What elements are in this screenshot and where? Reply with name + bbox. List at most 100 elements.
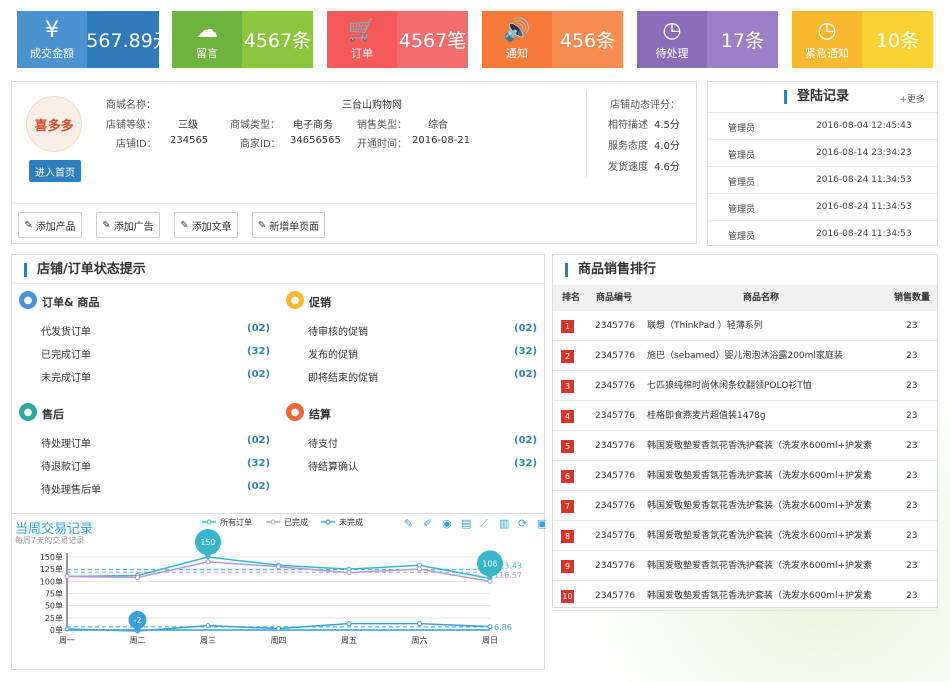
speaker-icon: 🔊 xyxy=(503,17,531,43)
shop-type-label: 商城类型： xyxy=(230,120,280,131)
status-item-label[interactable]: 待处理售后单 xyxy=(41,481,101,496)
bar-chart-icon[interactable]: ▥ xyxy=(499,517,509,530)
enter-homepage-button[interactable]: 进入首页 xyxy=(29,160,81,182)
stat-tile[interactable]: ¥ 成交金额 4567.89元 xyxy=(17,11,159,68)
stat-tile[interactable]: ◷ 紧急通知 10条 xyxy=(792,11,933,68)
y-tick-label: 100单 xyxy=(40,576,63,586)
stat-tile[interactable]: ◷ 待处理 17条 xyxy=(637,11,778,68)
status-item-count[interactable]: (02) xyxy=(247,323,270,334)
add-article-button[interactable]: ✎ 添加文章 xyxy=(174,212,238,238)
status-item-count[interactable]: (32) xyxy=(247,346,270,357)
shop-type: 电子商务 xyxy=(293,120,333,131)
login-time: 2016-08-04 12:45:43 xyxy=(816,121,912,131)
status-item-label[interactable]: 已完成订单 xyxy=(41,346,91,361)
ranking-row[interactable]: 7 2345776 韩国爱敬墊爱香氛花香洗护套装（洗发水600ml+护发素 23 xyxy=(553,491,937,521)
add-product-button[interactable]: ✎ 添加产品 xyxy=(18,212,82,238)
login-user: 管理员 xyxy=(728,124,756,134)
status-item-count[interactable]: (32) xyxy=(514,346,537,357)
status-item-count[interactable]: (02) xyxy=(247,435,270,446)
legend-marker xyxy=(206,519,212,525)
shop-info-panel: 喜多多 进入首页 商城名称： 三台山购物网 店铺等级： 三级 商城类型： 电子商… xyxy=(11,81,697,244)
status-item-label[interactable]: 发布的促销 xyxy=(308,346,358,361)
login-user: 管理员 xyxy=(728,232,756,242)
product-code: 2345776 xyxy=(595,351,636,361)
product-code: 2345776 xyxy=(595,411,636,421)
ranking-row[interactable]: 3 2345776 七匹狼纯棉时尚休闲条纹翻领POLO衫T恤 23 xyxy=(553,371,937,401)
add-ad-button[interactable]: ✎ 添加广告 xyxy=(96,212,160,238)
status-item-count[interactable]: (32) xyxy=(247,458,270,469)
data-point xyxy=(346,570,352,576)
table-icon[interactable]: ▤ xyxy=(461,517,471,530)
save-icon[interactable]: ▣ xyxy=(537,517,546,530)
product-name: 桂格即食燕麦片超值装1478g xyxy=(647,411,766,421)
status-group-title: 订单& 商品 xyxy=(42,296,100,309)
shop-name: 三台山购物网 xyxy=(342,100,402,111)
rating-label: 相符描述 xyxy=(608,120,648,131)
status-item-count[interactable]: (02) xyxy=(514,323,537,334)
shop-id: 234565 xyxy=(170,135,209,146)
stat-tile[interactable]: 🔊 通知 456条 xyxy=(482,11,623,68)
view-icon[interactable]: ◉ xyxy=(442,517,452,530)
ranking-row[interactable]: 4 2345776 桂格即食燕麦片超值装1478g 23 xyxy=(553,401,937,431)
line-chart-icon[interactable]: ⟋ xyxy=(480,517,488,530)
y-tick-label: 0单 xyxy=(50,625,63,635)
rank-badge: 3 xyxy=(561,380,574,393)
promo-icon: ● xyxy=(286,291,304,309)
status-item-count[interactable]: (02) xyxy=(514,435,537,446)
y-tick-label: 25单 xyxy=(45,613,63,623)
status-item-count[interactable]: (32) xyxy=(514,458,537,469)
clock-icon: ◷ xyxy=(662,17,682,43)
ranking-row[interactable]: 8 2345776 韩国爱敬墊爱香氛花香洗护套装（洗发水600ml+护发素 23 xyxy=(553,521,937,551)
ranking-row[interactable]: 1 2345776 联想（ThinkPad ）轻薄系列 23 xyxy=(553,311,937,341)
data-point xyxy=(135,574,140,580)
stat-tile[interactable]: 🛒 订单 4567笔 xyxy=(327,11,468,68)
legend-label: 未完成 xyxy=(339,517,363,527)
stat-icon-block: ◷ 紧急通知 xyxy=(792,11,862,68)
eraser-icon[interactable]: ✐ xyxy=(423,517,432,530)
sales-qty: 23 xyxy=(906,501,918,511)
status-item-count[interactable]: (02) xyxy=(514,369,537,380)
sales-qty: 23 xyxy=(906,351,918,361)
edit-icon: ✎ xyxy=(180,219,189,231)
ranking-row[interactable]: 10 2345776 韩国爱敬墊爱香氛花香洗护套装（洗发水600ml+护发素 23 xyxy=(553,581,937,611)
data-point xyxy=(64,626,70,632)
ranking-row[interactable]: 6 2345776 韩国爱敬墊爱香氛花香洗护套装（洗发水600ml+护发素 23 xyxy=(553,461,937,491)
stat-value: 456条 xyxy=(552,11,623,68)
status-item-count[interactable]: (02) xyxy=(247,369,270,380)
ranking-row[interactable]: 5 2345776 韩国爱敬墊爱香氛花香洗护套装（洗发水600ml+护发素 23 xyxy=(553,431,937,461)
status-item-label[interactable]: 待结算确认 xyxy=(308,458,358,473)
shop-id-label: 店铺ID： xyxy=(116,139,157,150)
ranking-row[interactable]: 2 2345776 施巴（sebamed）婴儿泡泡沐浴露200ml家庭装 23 xyxy=(553,341,937,371)
status-item-label[interactable]: 待处理订单 xyxy=(41,435,91,450)
rank-badge: 10 xyxy=(561,590,574,603)
ranking-row[interactable]: 9 2345776 韩国爱敬墊爱香氛花香洗护套装（洗发水600ml+护发素 23 xyxy=(553,551,937,581)
status-item-label[interactable]: 待审核的促销 xyxy=(308,323,368,338)
status-item-label[interactable]: 待退款订单 xyxy=(41,458,91,473)
status-item-label[interactable]: 未完成订单 xyxy=(41,369,91,384)
status-item-label[interactable]: 待支付 xyxy=(308,435,338,450)
add-page-button[interactable]: ✎ 新增单页面 xyxy=(252,212,325,238)
product-name: 韩国爱敬墊爱香氛花香洗护套装（洗发水600ml+护发素 xyxy=(647,591,872,601)
shop-logo: 喜多多 xyxy=(26,96,82,152)
status-item-count[interactable]: (02) xyxy=(247,481,270,492)
stat-value: 4567.89元 xyxy=(87,11,159,68)
rating-label: 服务态度 xyxy=(608,141,648,152)
more-link[interactable]: +更多 xyxy=(899,92,925,105)
merchant-id: 34656565 xyxy=(290,135,341,146)
login-record-row: 管理员 2016-08-24 11:34:53 xyxy=(708,193,937,220)
sales-qty: 23 xyxy=(906,591,918,601)
data-point xyxy=(64,573,70,579)
marker-label: 106 xyxy=(482,559,497,568)
rank-badge: 2 xyxy=(561,350,574,363)
edit-icon: ✎ xyxy=(24,219,33,231)
refresh-icon[interactable]: ⟳ xyxy=(518,517,527,530)
pen-icon[interactable]: ✎ xyxy=(404,517,413,530)
stat-tile[interactable]: ☁ 留言 4567条 xyxy=(172,11,313,68)
status-item-label[interactable]: 代发货订单 xyxy=(41,323,91,338)
status-item-label[interactable]: 即将结束的促销 xyxy=(308,369,378,384)
data-point xyxy=(205,559,211,565)
stat-value: 10条 xyxy=(862,11,933,68)
sales-qty: 23 xyxy=(906,441,918,451)
rank-badge: 7 xyxy=(561,500,574,513)
ranking-table-header: 排名 商品编号 商品名称 销售数量 xyxy=(553,285,937,311)
